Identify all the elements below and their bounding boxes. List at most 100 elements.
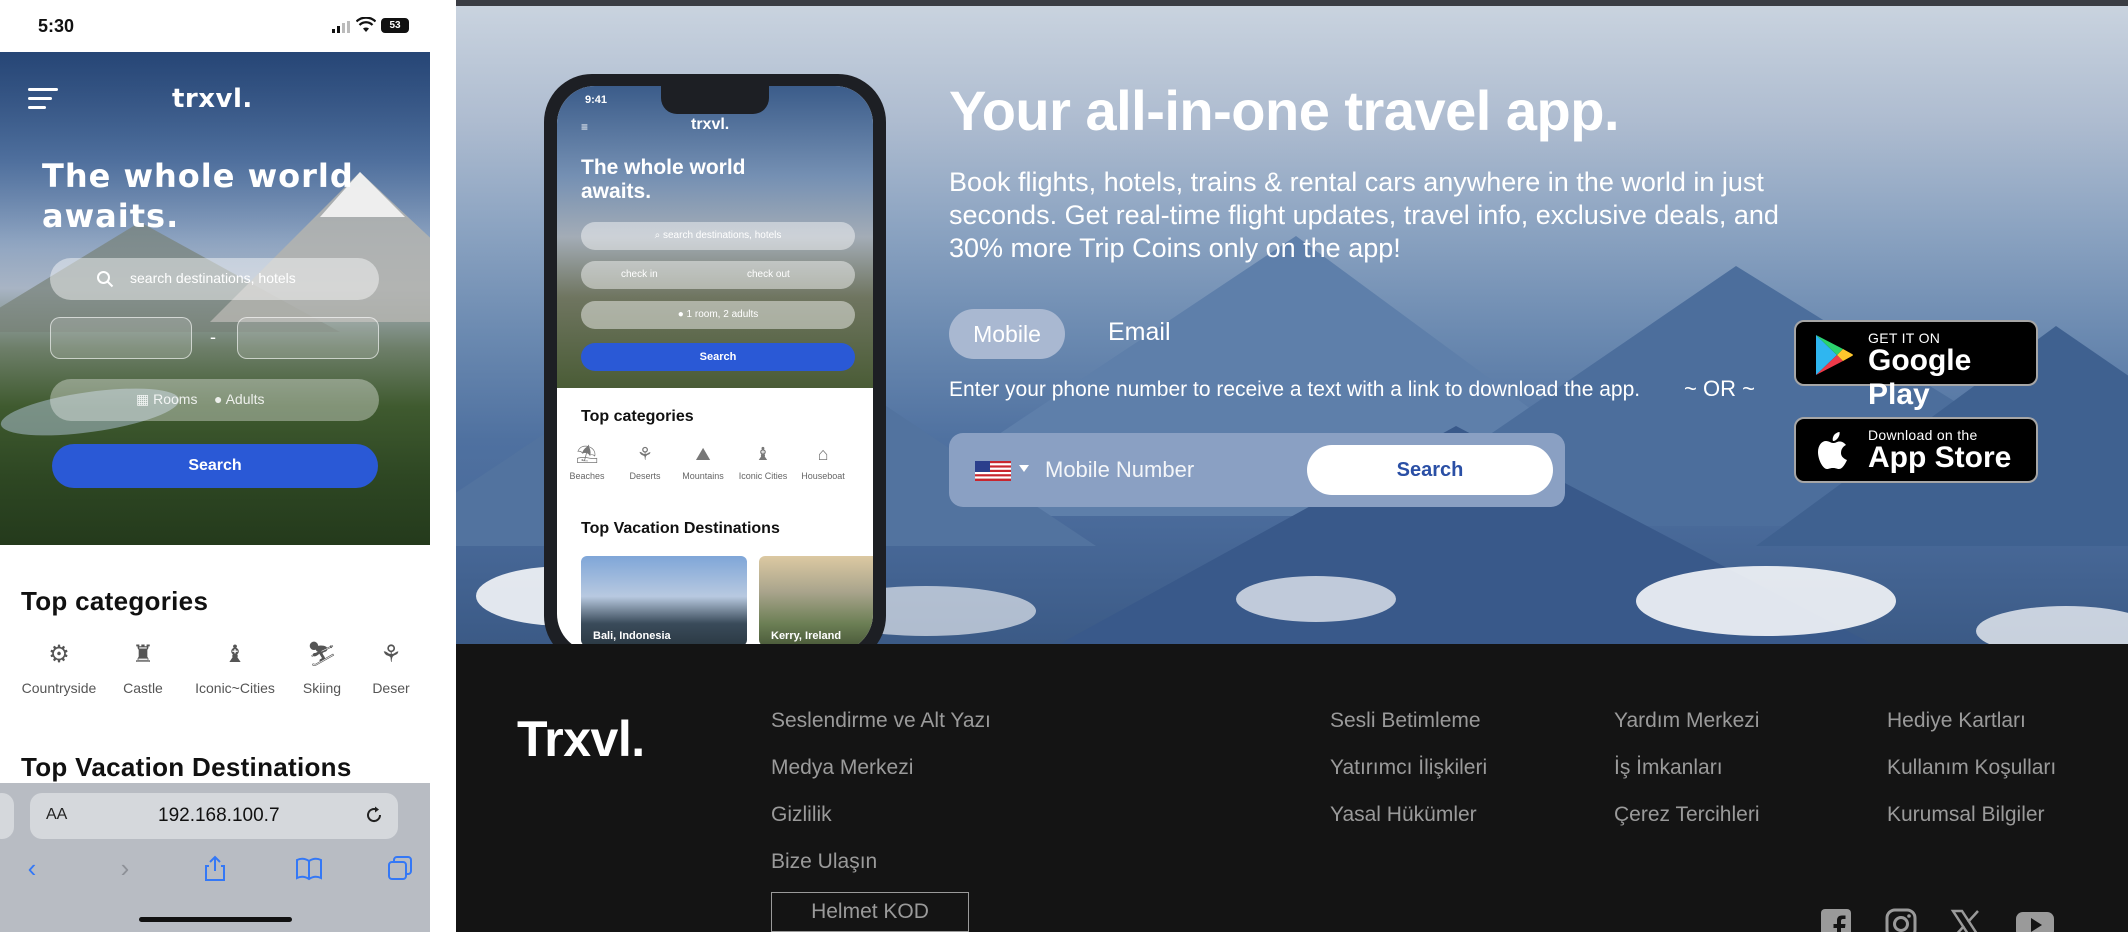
footer-link[interactable]: Çerez Tercihleri — [1614, 803, 1760, 827]
search-icon — [97, 271, 114, 288]
mockup-time: 9:41 — [585, 94, 608, 106]
mockup-top-vacation: Top Vacation Destinations — [581, 520, 780, 537]
tab-email[interactable]: Email — [1108, 318, 1171, 347]
guests-field[interactable]: ▦ Rooms ● Adults — [50, 379, 379, 421]
download-banner: 9:41 trxvl. ≡ The whole world awaits. ⌕ … — [456, 6, 2128, 644]
mockup-destination-card: Bali, Indonesia — [581, 556, 747, 644]
banner-headline: Your all-in-one travel app. — [949, 79, 1620, 142]
chevron-down-icon[interactable] — [1019, 465, 1029, 472]
check-out-field[interactable] — [237, 317, 379, 359]
send-search-button[interactable]: Search — [1307, 445, 1553, 495]
category-label: Castle — [123, 680, 163, 696]
youtube-icon[interactable] — [2015, 908, 2055, 932]
x-icon[interactable] — [1950, 908, 1982, 932]
mockup-headline: The whole world awaits. — [581, 156, 746, 203]
category-skiing[interactable]: ⛷ Skiing — [299, 640, 345, 696]
top-categories-title: Top categories — [21, 586, 209, 616]
address-bar[interactable]: AA 192.168.100.7 — [30, 793, 398, 839]
footer-link[interactable]: İş İmkanları — [1614, 756, 1723, 780]
category-castle[interactable]: ♜ Castle — [117, 640, 169, 696]
status-time: 5:30 — [38, 16, 75, 36]
phone-hint-text: Enter your phone number to receive a tex… — [949, 378, 1641, 401]
instagram-icon[interactable] — [1885, 908, 1917, 932]
mockup-category: ⚘ Deserts — [629, 444, 661, 481]
apple-icon — [1818, 432, 1847, 469]
mockup-category: ⌂ Houseboat — [801, 444, 845, 481]
mockup-top-categories: Top categories — [581, 408, 694, 425]
back-icon[interactable]: ‹ — [17, 853, 47, 883]
top-vacation-title: Top Vacation Destinations — [21, 752, 352, 782]
app-store-big: App Store — [1868, 441, 2012, 474]
signal-icon — [332, 21, 350, 33]
footer-link[interactable]: Seslendirme ve Alt Yazı — [771, 709, 991, 733]
cactus-icon: ⚘ — [380, 641, 402, 668]
mockup-notch — [661, 86, 769, 114]
text-size-button[interactable]: AA — [46, 806, 67, 824]
mobile-number-input[interactable] — [1045, 453, 1305, 487]
category-countryside[interactable]: ⚙ Countryside — [20, 640, 98, 696]
footer-link[interactable]: Yasal Hükümler — [1330, 803, 1477, 827]
mockup-search: ⌕ search destinations, hotels — [581, 222, 855, 250]
footer-link[interactable]: Yatırımcı İlişkileri — [1330, 756, 1487, 780]
tabs-icon[interactable] — [385, 853, 415, 883]
cloud-decor — [1976, 606, 2128, 644]
footer-link[interactable]: Kurumsal Bilgiler — [1887, 803, 2045, 827]
search-input[interactable]: search destinations, hotels — [50, 258, 379, 300]
footer-link[interactable]: Bize Ulaşın — [771, 850, 877, 874]
cloud-decor — [1636, 566, 1896, 636]
wifi-icon — [356, 17, 376, 32]
reload-icon[interactable] — [364, 805, 384, 825]
mockup-screen: 9:41 trxvl. ≡ The whole world awaits. ⌕ … — [557, 86, 873, 644]
date-separator: - — [210, 327, 216, 347]
cloud-decor — [1236, 576, 1396, 622]
footer-link[interactable]: Kullanım Koşulları — [1887, 756, 2056, 780]
category-label: Skiing — [302, 680, 342, 696]
footer-link[interactable]: Sesli Betimleme — [1330, 709, 1481, 733]
google-play-big: Google Play — [1868, 344, 1972, 411]
mockup-search-button: Search — [581, 343, 855, 371]
mockup-dates: check in check out — [581, 261, 855, 289]
us-flag-icon[interactable] — [975, 461, 1011, 481]
mockup-destination-card: Kerry, Ireland — [759, 556, 873, 644]
tab-mobile[interactable]: Mobile — [949, 309, 1065, 359]
category-iconic-cities[interactable]: ♝ Iconic~Cities — [192, 640, 278, 696]
google-play-icon — [1816, 335, 1853, 375]
mockup-menu-icon: ≡ — [581, 120, 589, 134]
category-list: ⚙ Countryside ♜ Castle ♝ Iconic~Cities ⛷… — [20, 640, 430, 710]
category-desert[interactable]: ⚘ Deser — [368, 640, 414, 696]
home-indicator — [139, 917, 292, 922]
page: 5:30 53 trxvl. The whole world awaits. s… — [0, 0, 2128, 932]
hero-headline: The whole world awaits. — [42, 157, 354, 235]
previous-tab[interactable] — [0, 793, 14, 839]
mockup-category: ♝ Iconic Cities — [738, 444, 788, 481]
footer-link[interactable]: Medya Merkezi — [771, 756, 913, 780]
google-play-button[interactable]: GET IT ON Google Play — [1794, 320, 2038, 411]
web-page: 9:41 trxvl. ≡ The whole world awaits. ⌕ … — [456, 0, 2128, 932]
app-store-button[interactable]: Download on the App Store — [1794, 417, 2038, 483]
footer-link[interactable]: Yardım Merkezi — [1614, 709, 1759, 733]
helmet-kod-button[interactable]: Helmet KOD — [771, 892, 969, 932]
bookmarks-icon[interactable] — [294, 853, 324, 883]
mockup-guests: ● 1 room, 2 adults — [581, 301, 855, 329]
hamburger-menu-icon[interactable] — [28, 88, 58, 110]
adults-label: ● Adults — [214, 391, 265, 407]
browser-toolbar: AA 192.168.100.7 ‹ › — [0, 783, 430, 932]
mockup-category: ⛱ Beaches — [569, 444, 605, 481]
footer: Trxvl. Seslendirme ve Alt Yazı Medya Mer… — [456, 644, 2128, 932]
battery-icon: 53 — [381, 18, 409, 33]
tractor-icon: ⚙ — [48, 641, 70, 668]
footer-link[interactable]: Hediye Kartları — [1887, 709, 2026, 733]
category-label: Countryside — [21, 680, 97, 696]
date-range: - — [50, 317, 379, 359]
mockup-category: ⛰ Mountains — [682, 444, 724, 481]
share-icon[interactable] — [200, 853, 230, 883]
mockup-hero: 9:41 trxvl. ≡ The whole world awaits. ⌕ … — [557, 86, 873, 388]
forward-icon[interactable]: › — [110, 853, 140, 883]
app-mockup-phone: 9:41 trxvl. ≡ The whole world awaits. ⌕ … — [544, 74, 886, 644]
search-button[interactable]: Search — [52, 444, 378, 488]
mobile-hero: trxvl. The whole world awaits. search de… — [0, 52, 430, 545]
phone-form: Search — [949, 433, 1565, 507]
facebook-icon[interactable] — [1820, 908, 1852, 932]
footer-link[interactable]: Gizlilik — [771, 803, 832, 827]
check-in-field[interactable] — [50, 317, 192, 359]
